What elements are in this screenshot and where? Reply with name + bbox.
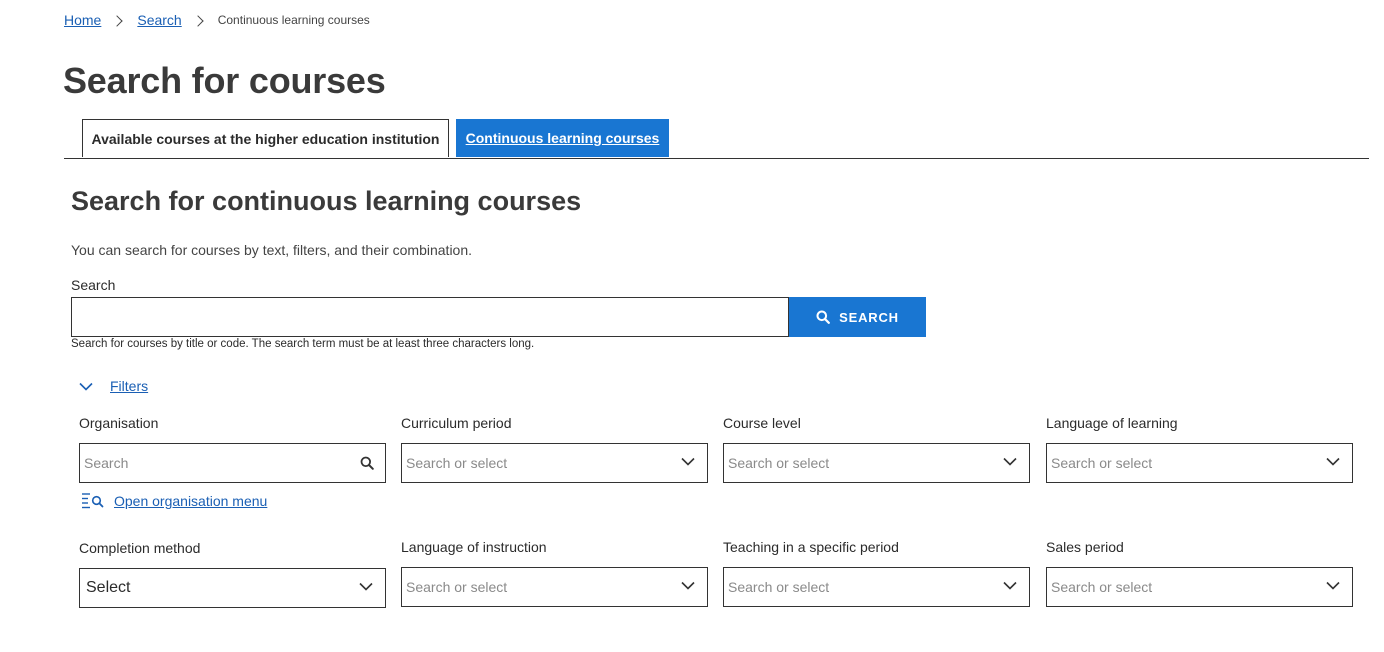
breadcrumb: Home Search Continuous learning courses — [64, 12, 370, 28]
section-title: Search for continuous learning courses — [71, 186, 582, 216]
search-icon — [816, 310, 831, 324]
search-help-text: Search for courses by title or code. The… — [71, 338, 535, 350]
search-icon — [360, 456, 374, 470]
tab-continuous-learning[interactable]: Continuous learning courses — [456, 119, 669, 157]
organisation-label: Organisation — [79, 415, 159, 431]
breadcrumb-current: Continuous learning courses — [217, 13, 370, 27]
organisation-search-field[interactable]: Search — [79, 443, 386, 483]
curriculum-period-placeholder: Search or select — [406, 455, 508, 471]
open-organisation-menu-link[interactable]: Open organisation menu — [80, 492, 267, 510]
search-label: Search — [71, 277, 116, 293]
course-level-select[interactable]: Search or select — [723, 443, 1030, 483]
teaching-period-placeholder: Search or select — [728, 579, 830, 595]
chevron-right-icon — [192, 15, 204, 27]
chevron-down-icon — [359, 582, 373, 591]
sales-period-label: Sales period — [1046, 539, 1124, 555]
teaching-period-label: Teaching in a specific period — [723, 539, 899, 555]
breadcrumb-home-link[interactable]: Home — [64, 12, 101, 28]
sales-period-select[interactable]: Search or select — [1046, 567, 1353, 607]
language-of-instruction-placeholder: Search or select — [406, 579, 508, 595]
chevron-down-icon — [1003, 457, 1017, 466]
teaching-period-select[interactable]: Search or select — [723, 567, 1030, 607]
search-input[interactable] — [71, 297, 789, 337]
language-of-learning-label: Language of learning — [1046, 415, 1178, 431]
language-of-learning-select[interactable]: Search or select — [1046, 443, 1353, 483]
curriculum-period-label: Curriculum period — [401, 415, 512, 431]
chevron-down-icon — [1326, 581, 1340, 590]
language-of-instruction-label: Language of instruction — [401, 539, 547, 555]
page-title: Search for courses — [63, 60, 386, 101]
course-level-label: Course level — [723, 415, 801, 431]
search-button-label: SEARCH — [839, 309, 899, 325]
tab-available-courses[interactable]: Available courses at the higher educatio… — [82, 119, 449, 157]
chevron-right-icon — [111, 15, 124, 27]
organisation-placeholder: Search — [84, 455, 129, 471]
chevron-down-icon — [681, 581, 695, 590]
intro-text: You can search for courses by text, filt… — [71, 242, 473, 258]
chevron-down-icon — [1003, 581, 1017, 590]
language-of-instruction-select[interactable]: Search or select — [401, 567, 708, 607]
search-button[interactable]: SEARCH — [789, 297, 926, 337]
breadcrumb-search-link[interactable]: Search — [137, 12, 181, 28]
chevron-down-icon — [79, 382, 93, 391]
list-search-icon — [82, 493, 104, 509]
curriculum-period-select[interactable]: Search or select — [401, 443, 708, 483]
chevron-down-icon — [1326, 457, 1340, 466]
completion-method-value: Select — [86, 579, 131, 596]
completion-method-select[interactable]: Select — [79, 568, 386, 608]
filters-toggle[interactable]: Filters — [79, 378, 148, 394]
filters-toggle-label: Filters — [110, 378, 149, 394]
sales-period-placeholder: Search or select — [1051, 579, 1153, 595]
course-level-placeholder: Search or select — [728, 455, 830, 471]
chevron-down-icon — [681, 457, 695, 466]
language-of-learning-placeholder: Search or select — [1051, 455, 1153, 471]
completion-method-label: Completion method — [79, 540, 201, 556]
open-organisation-menu-label: Open organisation menu — [114, 493, 268, 509]
tab-bar: Available courses at the higher educatio… — [64, 118, 1369, 159]
